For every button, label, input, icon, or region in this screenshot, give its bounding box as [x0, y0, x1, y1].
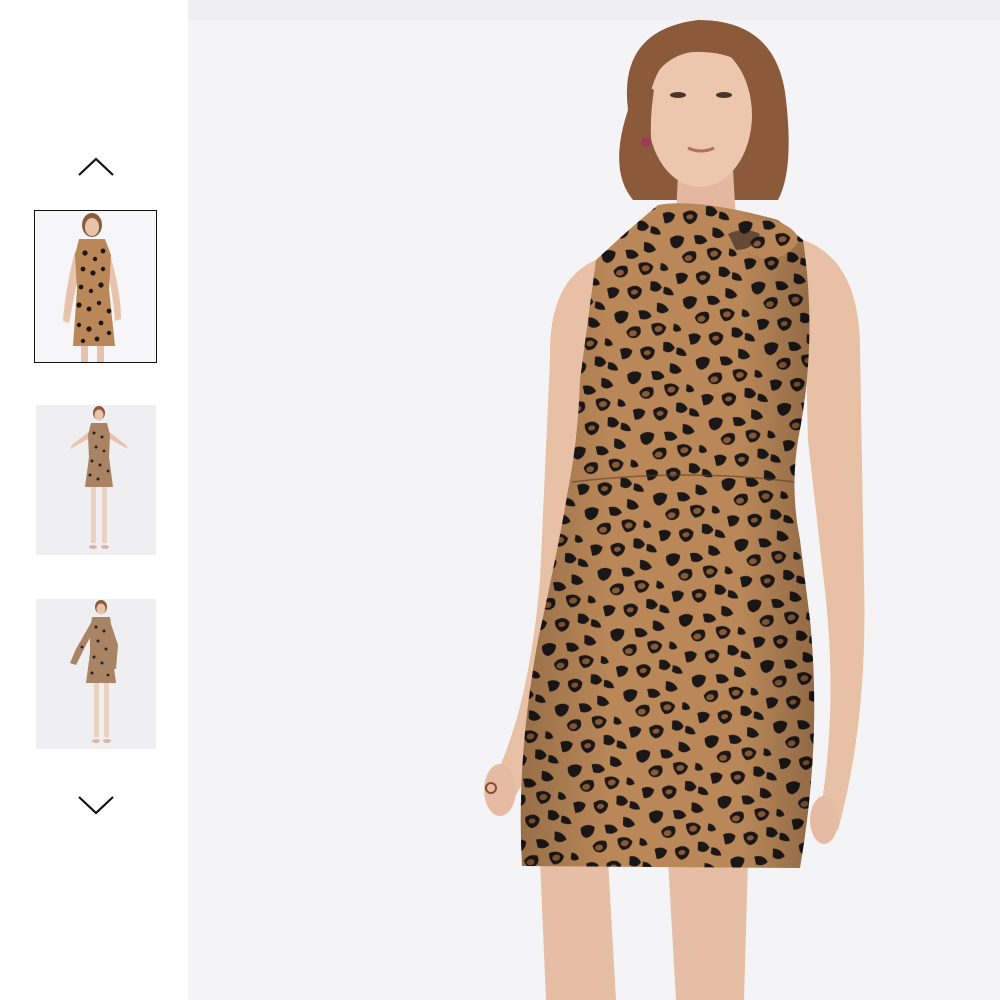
chevron-down-icon — [78, 796, 114, 815]
product-image-gallery — [0, 0, 1000, 1000]
chevron-up-icon — [78, 157, 114, 176]
thumbnail-image-1[interactable] — [34, 210, 157, 363]
thumbnail-2-photo — [36, 405, 156, 555]
thumbnail-3-photo — [36, 599, 156, 749]
model-in-leopard-dress-photo — [188, 20, 1000, 1000]
next-image-button[interactable] — [72, 790, 120, 820]
thumbnail-image-3[interactable] — [36, 599, 156, 749]
thumbnail-rail — [0, 0, 188, 1000]
thumbnail-1-photo — [35, 211, 156, 362]
top-divider — [188, 0, 1000, 20]
thumbnail-image-2[interactable] — [36, 405, 156, 555]
main-product-image[interactable] — [188, 20, 1000, 1000]
previous-image-button[interactable] — [72, 152, 120, 182]
